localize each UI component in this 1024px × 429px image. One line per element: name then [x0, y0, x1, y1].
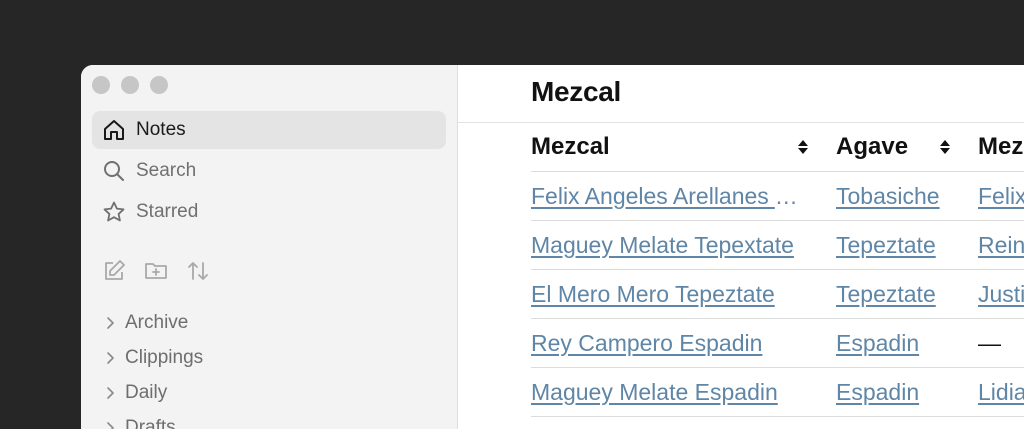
sidebar: Notes Search Starred Archive Clippings D… [81, 65, 458, 429]
folder-label: Drafts [125, 416, 176, 429]
minimize-button[interactable] [121, 76, 139, 94]
sidebar-item-label: Notes [136, 119, 186, 140]
sort-icon[interactable] [939, 138, 951, 156]
table-row: Felix Angeles Arellanes Tobasiche Tobasi… [531, 172, 1024, 221]
table-cell-link[interactable]: Reina [978, 232, 1024, 259]
sort-icon[interactable] [797, 138, 809, 156]
table-cell-link[interactable]: Rey Campero Espadin [531, 330, 803, 357]
folder-item-drafts[interactable]: Drafts [103, 410, 203, 429]
note-content: Mezcal Mezcal Agave Mezcalero Felix Ange… [458, 65, 1024, 429]
window-controls [92, 76, 168, 94]
table-cell-link[interactable]: Felix Angeles Arellanes [978, 183, 1024, 210]
page-title: Mezcal [531, 76, 622, 107]
new-folder-icon[interactable] [143, 258, 169, 284]
table-row: Maguey Melate Espadin Espadin Lidia [531, 368, 1024, 417]
table-cell-link[interactable]: Espadin [836, 330, 956, 357]
column-header-mezcalero[interactable]: Mezcalero [978, 133, 1024, 161]
table-cell-link[interactable]: Justino [978, 281, 1024, 308]
zoom-button[interactable] [150, 76, 168, 94]
sidebar-toolbar [101, 258, 211, 284]
table-cell-link[interactable]: Lidia [978, 379, 1024, 406]
sidebar-item-search[interactable]: Search [92, 152, 446, 190]
table-cell-link[interactable]: Espadin [836, 379, 956, 406]
folder-label: Clippings [125, 346, 204, 368]
sidebar-item-starred[interactable]: Starred [92, 193, 446, 231]
folder-item-archive[interactable]: Archive [103, 305, 203, 340]
column-header-mezcal[interactable]: Mezcal [531, 133, 803, 161]
table-cell-link[interactable]: Maguey Melate Espadin [531, 379, 803, 406]
sidebar-item-label: Starred [136, 201, 199, 222]
table-cell-link[interactable]: Tepeztate [836, 232, 956, 259]
table-cell-link[interactable]: Tobasiche [836, 183, 956, 210]
chevron-right-icon [107, 316, 114, 329]
sidebar-nav: Notes Search Starred [92, 111, 446, 234]
table-cell-link[interactable]: El Mero Mero Tepeztate [531, 281, 803, 308]
table-cell-empty: — [978, 329, 1001, 356]
star-icon [103, 201, 125, 222]
table-row: El Mero Mero Tepeztate Tepeztate Justino [531, 270, 1024, 319]
close-button[interactable] [92, 76, 110, 94]
new-note-icon[interactable] [101, 258, 127, 284]
home-icon [104, 120, 124, 140]
table-cell-link[interactable]: Felix Angeles Arellanes Tobasiche [531, 183, 803, 210]
sort-icon[interactable] [185, 258, 211, 284]
data-table: Mezcal Agave Mezcalero Felix Angeles Are… [531, 123, 1024, 417]
table-row: Rey Campero Espadin Espadin — [531, 319, 1024, 368]
table-cell-link[interactable]: Tepeztate [836, 281, 956, 308]
table-header-row: Mezcal Agave Mezcalero [531, 123, 1024, 172]
table-row: Maguey Melate Tepextate Tepeztate Reina [531, 221, 1024, 270]
sidebar-item-notes[interactable]: Notes [92, 111, 446, 149]
folder-label: Archive [125, 311, 189, 333]
search-icon [104, 161, 124, 181]
chevron-right-icon [107, 421, 114, 429]
table-cell-link[interactable]: Maguey Melate Tepextate [531, 232, 803, 259]
folder-label: Daily [125, 381, 168, 403]
folder-item-clippings[interactable]: Clippings [103, 340, 203, 375]
chevron-right-icon [107, 386, 114, 399]
column-header-agave[interactable]: Agave [836, 133, 956, 161]
sidebar-item-label: Search [136, 160, 197, 181]
folder-item-daily[interactable]: Daily [103, 375, 203, 410]
app-window: Notes Search Starred Archive Clippings D… [81, 65, 1024, 429]
folder-list: Archive Clippings Daily Drafts [103, 305, 203, 429]
chevron-right-icon [107, 351, 114, 364]
